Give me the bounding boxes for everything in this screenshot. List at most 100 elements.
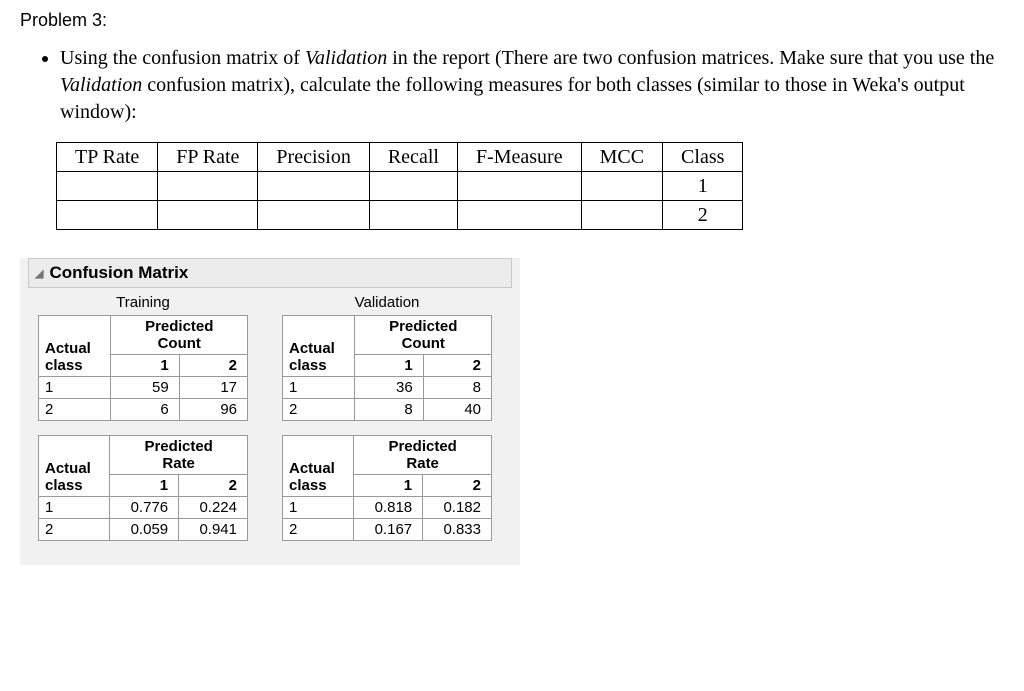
text: Rate	[358, 455, 487, 472]
col-f-measure: F-Measure	[457, 143, 581, 172]
row-class: 2	[39, 399, 111, 421]
cell-class: 2	[663, 201, 743, 230]
actual-class-header: Actual class	[283, 316, 355, 377]
col-recall: Recall	[369, 143, 457, 172]
cell: 8	[423, 377, 491, 399]
text: Rate	[114, 455, 243, 472]
predicted-count-header: Predicted Count	[111, 316, 248, 355]
cell: 0.059	[110, 519, 179, 541]
text: class	[289, 357, 350, 374]
text: Actual	[45, 460, 105, 477]
validation-title: Validation	[282, 294, 492, 311]
col-2: 2	[423, 475, 492, 497]
validation-count-table: Actual class Predicted Count 1 2 1 36 8	[282, 315, 492, 421]
text: Actual	[45, 340, 106, 357]
text: Using the confusion matrix of	[60, 47, 305, 69]
training-count-table: Actual class Predicted Count 1 2 1 59 17	[38, 315, 248, 421]
table-row: 1 59 17	[39, 377, 248, 399]
confusion-matrix-panel: ◢ Confusion Matrix Training Actual class…	[20, 258, 520, 565]
col-2: 2	[179, 475, 248, 497]
text: Count	[359, 335, 487, 352]
actual-class-header: Actual class	[39, 436, 110, 497]
cell	[369, 172, 457, 201]
col-2: 2	[423, 355, 491, 377]
text: class	[289, 477, 349, 494]
text-italic: Validation	[60, 74, 142, 96]
text: class	[45, 477, 105, 494]
cell: 36	[355, 377, 423, 399]
row-class: 1	[283, 497, 354, 519]
text: class	[45, 357, 106, 374]
table-row: 1	[57, 172, 743, 201]
col-mcc: MCC	[581, 143, 662, 172]
section-title: Confusion Matrix	[49, 263, 188, 283]
cell: 6	[111, 399, 179, 421]
cell	[158, 172, 258, 201]
cell: 17	[179, 377, 247, 399]
cell	[581, 172, 662, 201]
text: Predicted	[114, 438, 243, 455]
validation-rate-table: Actual class Predicted Rate 1 2 1 0.818 …	[282, 435, 492, 541]
cell	[57, 172, 158, 201]
text: in the report (There are two confusion m…	[387, 47, 994, 69]
row-class: 2	[283, 399, 355, 421]
cell: 40	[423, 399, 491, 421]
cell	[457, 172, 581, 201]
cell: 0.833	[423, 519, 492, 541]
cell: 0.182	[423, 497, 492, 519]
actual-class-header: Actual class	[39, 316, 111, 377]
cell	[581, 201, 662, 230]
table-header-row: TP Rate FP Rate Precision Recall F-Measu…	[57, 143, 743, 172]
table-row: 2 8 40	[283, 399, 492, 421]
cell: 59	[111, 377, 179, 399]
row-class: 2	[39, 519, 110, 541]
cell: 0.776	[110, 497, 179, 519]
cell: 0.167	[354, 519, 423, 541]
text: Predicted	[358, 438, 487, 455]
row-class: 1	[39, 377, 111, 399]
text: Actual	[289, 340, 350, 357]
cell	[258, 172, 369, 201]
table-row: 1 0.818 0.182	[283, 497, 492, 519]
training-title: Training	[38, 294, 248, 311]
row-class: 1	[39, 497, 110, 519]
cell	[258, 201, 369, 230]
collapse-icon: ◢	[35, 267, 43, 280]
text: Actual	[289, 460, 349, 477]
cell-class: 1	[663, 172, 743, 201]
text: Predicted	[115, 318, 243, 335]
col-tp-rate: TP Rate	[57, 143, 158, 172]
table-row: 1 0.776 0.224	[39, 497, 248, 519]
validation-column: Validation Actual class Predicted Count …	[282, 294, 492, 555]
predicted-count-header: Predicted Count	[355, 316, 492, 355]
col-precision: Precision	[258, 143, 369, 172]
cell: 8	[355, 399, 423, 421]
col-2: 2	[179, 355, 247, 377]
cell: 0.224	[179, 497, 248, 519]
row-class: 1	[283, 377, 355, 399]
table-row: 2	[57, 201, 743, 230]
actual-class-header: Actual class	[283, 436, 354, 497]
measures-table: TP Rate FP Rate Precision Recall F-Measu…	[56, 142, 743, 230]
confusion-matrix-header: ◢ Confusion Matrix	[28, 258, 512, 288]
col-1: 1	[110, 475, 179, 497]
table-row: 2 0.059 0.941	[39, 519, 248, 541]
cell: 0.941	[179, 519, 248, 541]
predicted-rate-header: Predicted Rate	[354, 436, 492, 475]
col-1: 1	[355, 355, 423, 377]
text: Predicted	[359, 318, 487, 335]
text: confusion matrix), calculate the followi…	[60, 74, 965, 123]
bullet-item: Using the confusion matrix of Validation…	[60, 45, 1004, 126]
cell	[457, 201, 581, 230]
cell	[158, 201, 258, 230]
table-row: 2 6 96	[39, 399, 248, 421]
col-fp-rate: FP Rate	[158, 143, 258, 172]
training-rate-table: Actual class Predicted Rate 1 2 1 0.776 …	[38, 435, 248, 541]
text-italic: Validation	[305, 47, 387, 69]
row-class: 2	[283, 519, 354, 541]
cell: 0.818	[354, 497, 423, 519]
cell: 96	[179, 399, 247, 421]
col-1: 1	[354, 475, 423, 497]
col-class: Class	[663, 143, 743, 172]
predicted-rate-header: Predicted Rate	[110, 436, 248, 475]
